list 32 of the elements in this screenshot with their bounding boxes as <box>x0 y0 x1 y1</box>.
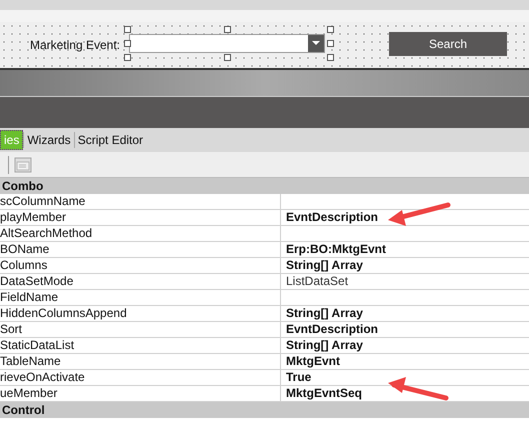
property-value: String[] Array <box>286 306 363 321</box>
tab[interactable]: Wizards <box>24 130 74 150</box>
search-button[interactable]: Search <box>389 32 507 56</box>
property-value: EvntDescription <box>286 322 378 337</box>
property-name: BOName <box>0 242 281 257</box>
property-name: Sort <box>0 322 281 337</box>
property-value: EvntDescription <box>286 210 378 225</box>
property-name: HiddenColumnsAppend <box>0 306 281 321</box>
category-header: Combo <box>0 178 529 194</box>
property-value: ListDataSet <box>286 274 348 289</box>
property-name: rieveOnActivate <box>0 370 281 385</box>
property-name: playMember <box>0 210 281 225</box>
property-value: String[] Array <box>286 338 363 353</box>
property-name: StaticDataList <box>0 338 281 353</box>
property-name: AltSearchMethod <box>0 226 281 241</box>
property-value: MktgEvntSeq <box>286 386 362 401</box>
property-value: True <box>286 370 312 385</box>
property-value: String[] Array <box>286 258 363 273</box>
field-label: Marketing Event: <box>28 37 120 54</box>
property-value: Erp:BO:MktgEvnt <box>286 242 386 257</box>
resize-handle[interactable] <box>224 26 231 32</box>
property-name: DataSetMode <box>0 274 281 289</box>
category-header: Control <box>0 402 529 418</box>
property-name: Columns <box>0 258 281 273</box>
resize-handle[interactable] <box>224 54 231 60</box>
property-name: FieldName <box>0 290 281 305</box>
property-value: MktgEvnt <box>286 354 340 369</box>
tab[interactable]: Script Editor <box>74 130 146 150</box>
dropdown-field[interactable] <box>129 34 325 52</box>
property-name: TableName <box>0 354 281 369</box>
property-name: scColumnName <box>0 194 281 209</box>
property-name: ueMember <box>0 386 281 401</box>
